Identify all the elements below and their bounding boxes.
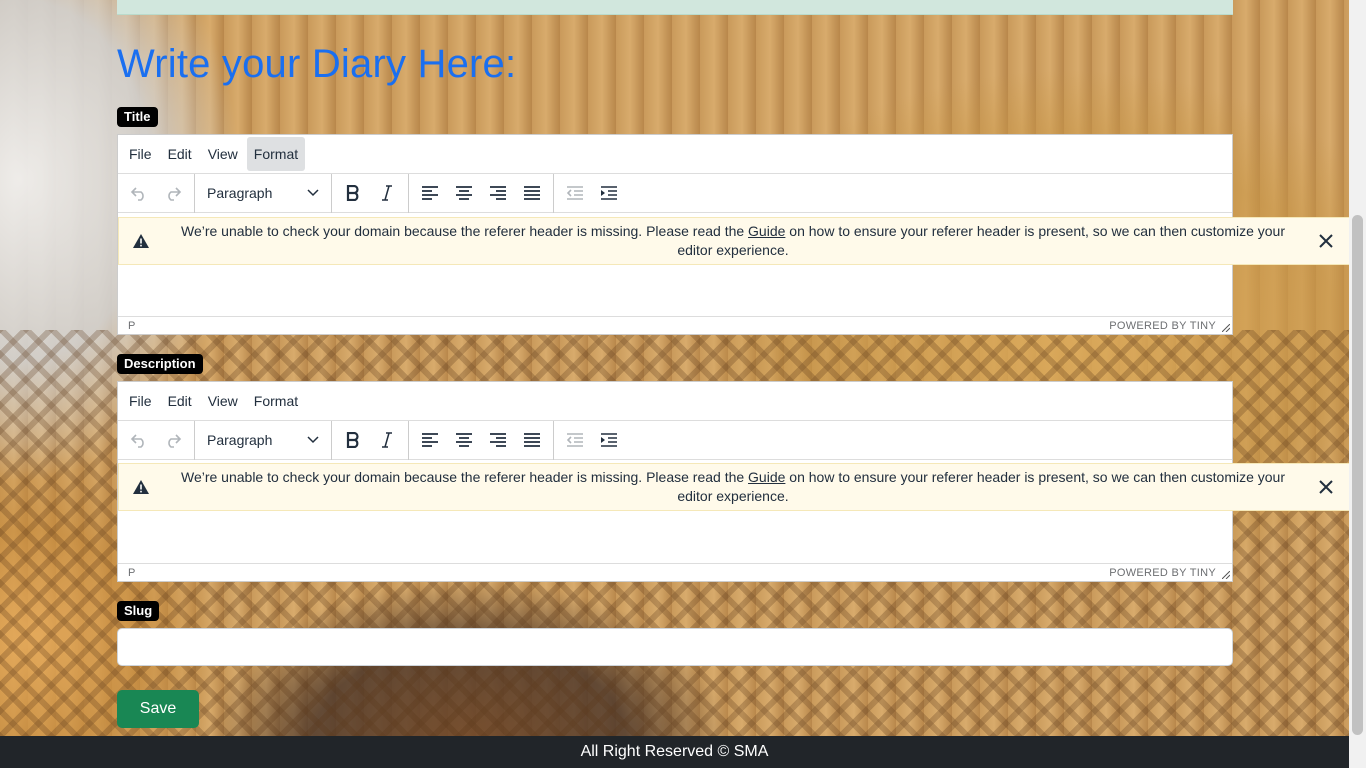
indent-icon[interactable] — [592, 178, 626, 208]
align-right-icon[interactable] — [481, 425, 515, 455]
close-icon[interactable] — [1303, 234, 1349, 248]
guide-link[interactable]: Guide — [748, 223, 785, 239]
bold-icon[interactable] — [336, 178, 370, 208]
description-label: Description — [117, 354, 203, 374]
editor-toolbar: Paragraph — [118, 173, 1232, 213]
editor-toolbar: Paragraph — [118, 420, 1232, 460]
align-justify-icon[interactable] — [515, 425, 549, 455]
align-right-icon[interactable] — [481, 178, 515, 208]
block-format-value: Paragraph — [207, 432, 273, 448]
indent-group — [554, 174, 630, 213]
undo-icon[interactable] — [122, 178, 156, 208]
notice-message: We’re unable to check your domain becaus… — [163, 222, 1303, 260]
slug-label: Slug — [117, 601, 160, 621]
indent-icon[interactable] — [592, 425, 626, 455]
close-icon[interactable] — [1303, 480, 1349, 494]
referer-notice: We’re unable to check your domain becaus… — [118, 217, 1350, 265]
editor-menubar: File Edit View Format — [118, 382, 1232, 421]
chevron-down-icon — [307, 189, 319, 197]
resize-handle-icon[interactable] — [1222, 324, 1230, 332]
align-justify-icon[interactable] — [515, 178, 549, 208]
align-group — [409, 173, 554, 213]
description-content-area[interactable]: We’re unable to check your domain becaus… — [118, 460, 1350, 563]
format-group — [332, 420, 409, 460]
italic-icon[interactable] — [370, 425, 404, 455]
element-path[interactable]: P — [128, 567, 135, 579]
menu-format[interactable]: Format — [247, 384, 305, 418]
align-left-icon[interactable] — [413, 178, 447, 208]
powered-by-tiny[interactable]: POWERED BY TINY — [1109, 320, 1216, 332]
block-group: Paragraph — [195, 420, 332, 460]
page-heading: Write your Diary Here: — [117, 42, 517, 86]
notice-message: We’re unable to check your domain becaus… — [163, 468, 1303, 506]
footer-text: All Right Reserved © SMA — [580, 743, 769, 760]
chevron-down-icon — [307, 436, 319, 444]
notice-text-before: We’re unable to check your domain becaus… — [180, 223, 749, 239]
outdent-icon[interactable] — [558, 178, 592, 208]
block-format-value: Paragraph — [207, 185, 273, 201]
scrollbar-thumb[interactable] — [1352, 215, 1363, 735]
menu-view[interactable]: View — [201, 384, 245, 418]
element-path[interactable]: P — [128, 320, 135, 332]
title-label: Title — [117, 107, 158, 127]
menu-edit[interactable]: Edit — [161, 137, 199, 171]
menu-file[interactable]: File — [122, 137, 159, 171]
footer: All Right Reserved © SMA — [0, 736, 1349, 768]
slug-input[interactable] — [117, 628, 1233, 666]
history-group — [118, 420, 195, 460]
undo-icon[interactable] — [122, 425, 156, 455]
powered-by-tiny[interactable]: POWERED BY TINY — [1109, 567, 1216, 579]
format-group — [332, 173, 409, 213]
title-content-area[interactable]: We’re unable to check your domain becaus… — [118, 213, 1350, 316]
block-format-select[interactable]: Paragraph — [199, 178, 327, 208]
menu-edit[interactable]: Edit — [161, 384, 199, 418]
italic-icon[interactable] — [370, 178, 404, 208]
warning-icon — [119, 233, 163, 249]
title-editor[interactable]: File Edit View Format Paragraph We’re un… — [117, 134, 1350, 335]
align-group — [409, 420, 554, 460]
editor-menubar: File Edit View Format — [118, 135, 1232, 174]
indent-group — [554, 421, 630, 460]
editor-statusbar: P POWERED BY TINY — [118, 563, 1232, 581]
save-button[interactable]: Save — [117, 690, 199, 728]
menu-format[interactable]: Format — [246, 137, 306, 171]
resize-handle-icon[interactable] — [1222, 571, 1230, 579]
align-center-icon[interactable] — [447, 425, 481, 455]
block-group: Paragraph — [195, 173, 332, 213]
history-group — [118, 173, 195, 213]
description-editor[interactable]: File Edit View Format Paragraph We’re un… — [117, 381, 1350, 582]
redo-icon[interactable] — [156, 178, 190, 208]
menu-file[interactable]: File — [122, 384, 159, 418]
page-scrollbar[interactable] — [1349, 0, 1366, 768]
block-format-select[interactable]: Paragraph — [199, 425, 327, 455]
editor-statusbar: P POWERED BY TINY — [118, 316, 1232, 334]
referer-notice: We’re unable to check your domain becaus… — [118, 463, 1350, 511]
bold-icon[interactable] — [336, 425, 370, 455]
redo-icon[interactable] — [156, 425, 190, 455]
align-left-icon[interactable] — [413, 425, 447, 455]
notice-text-before: We’re unable to check your domain becaus… — [180, 469, 749, 485]
outdent-icon[interactable] — [558, 425, 592, 455]
menu-view[interactable]: View — [201, 137, 245, 171]
guide-link[interactable]: Guide — [748, 469, 785, 485]
align-center-icon[interactable] — [447, 178, 481, 208]
top-alert-bar — [117, 0, 1233, 15]
warning-icon — [119, 479, 163, 495]
